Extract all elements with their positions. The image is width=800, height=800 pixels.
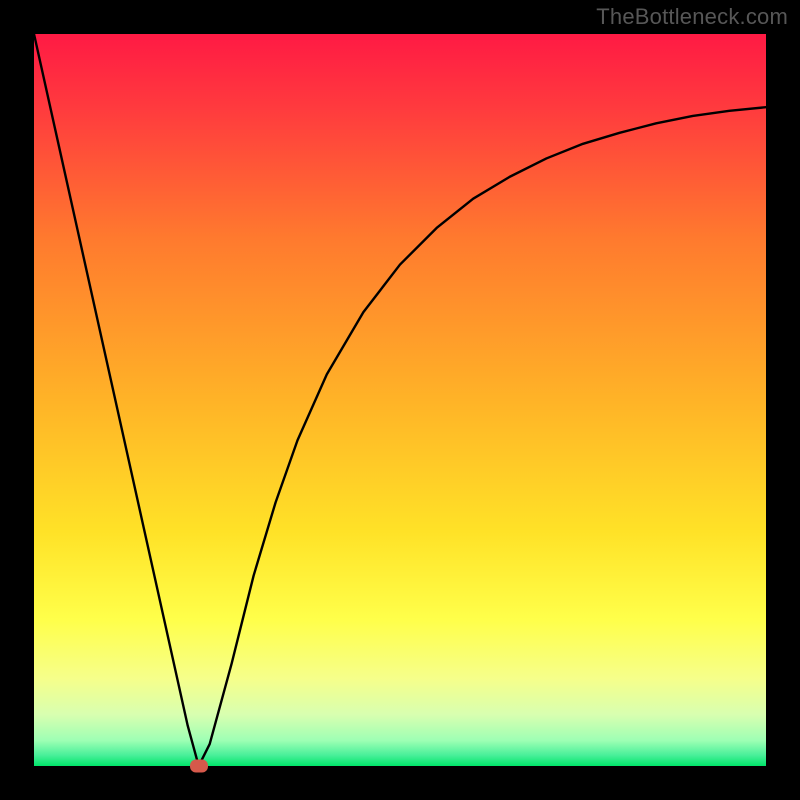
target-marker [190, 760, 208, 773]
watermark-text: TheBottleneck.com [596, 4, 788, 30]
curve-layer [34, 34, 766, 766]
plot-area [34, 34, 766, 766]
bottleneck-curve [34, 34, 766, 766]
